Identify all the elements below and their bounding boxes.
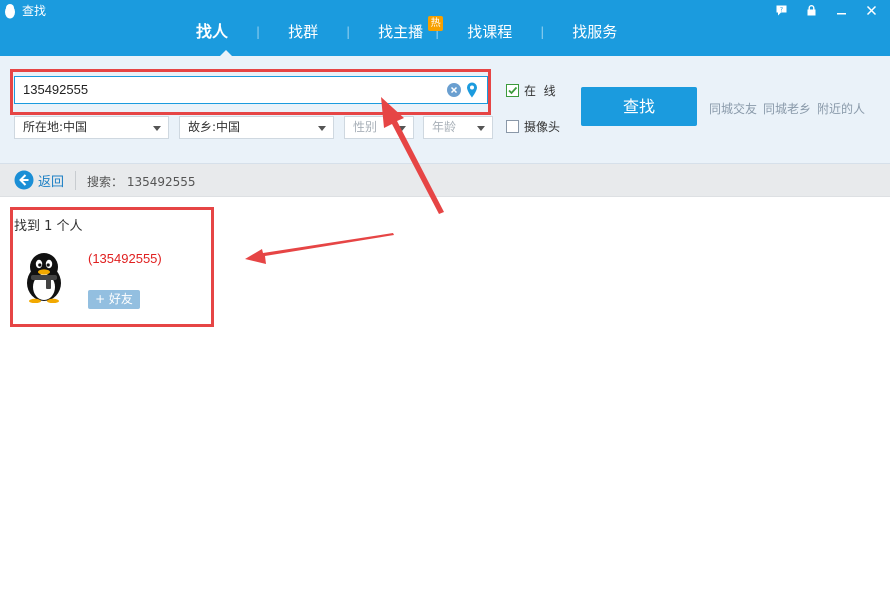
back-label: 返回: [38, 174, 65, 190]
window-controls: ?: [766, 2, 886, 20]
gender-value: 性别: [353, 120, 378, 134]
online-checkbox[interactable]: [506, 84, 519, 97]
hometown-value: 故乡:中国: [188, 120, 241, 134]
svg-text:?: ?: [779, 6, 782, 13]
chevron-down-icon: [477, 126, 485, 131]
gender-dropdown[interactable]: 性别: [344, 116, 414, 139]
tab-find-streamers[interactable]: 找主播 热: [378, 16, 444, 45]
camera-option[interactable]: 摄像头: [506, 118, 560, 135]
find-button[interactable]: 查找: [581, 87, 697, 126]
back-button[interactable]: 返回: [14, 170, 64, 190]
tab-separator: |: [256, 25, 261, 39]
feedback-icon[interactable]: ?: [766, 2, 796, 20]
age-dropdown[interactable]: 年龄: [423, 116, 493, 139]
age-value: 年龄: [432, 120, 457, 134]
chevron-down-icon: [318, 126, 326, 131]
chevron-down-icon: [398, 126, 406, 131]
tab-separator: |: [540, 25, 545, 39]
tab-find-streamers-label: 找主播: [378, 23, 424, 41]
highlight-result: [10, 207, 214, 327]
search-breadcrumb: 搜索： 135492555: [87, 173, 196, 190]
qq-penguin-icon: [5, 4, 15, 19]
tab-find-people[interactable]: 找人: [196, 19, 228, 45]
arrow-to-result: [245, 233, 394, 264]
location-dropdown[interactable]: 所在地:中国: [14, 116, 169, 139]
title-bar: 查找 找人 | 找群 | 找主播 热 | 找课程 | 找服务 ?: [0, 0, 890, 56]
highlight-search-box: [10, 69, 491, 115]
online-label: 在 线: [524, 84, 556, 98]
window-title: 查找: [22, 4, 47, 18]
hot-badge: 热: [428, 16, 444, 31]
result-nav-bar: 返回 搜索： 135492555: [0, 164, 890, 197]
quick-links: 同城交友 同城老乡 附近的人: [709, 100, 871, 117]
search-crumb-query: 135492555: [126, 175, 196, 189]
nav-divider: [75, 171, 76, 190]
minimize-icon[interactable]: [826, 2, 856, 20]
tab-find-groups[interactable]: 找群: [288, 19, 318, 45]
tab-bar: 找人 | 找群 | 找主播 热 | 找课程 | 找服务: [196, 16, 617, 45]
location-value: 所在地:中国: [23, 120, 88, 134]
tab-find-services[interactable]: 找服务: [572, 19, 617, 45]
search-crumb-prefix: 搜索：: [87, 175, 124, 189]
tab-separator: |: [346, 25, 351, 39]
tab-find-courses[interactable]: 找课程: [467, 19, 512, 45]
link-same-city-dating[interactable]: 同城交友: [709, 100, 757, 117]
camera-label: 摄像头: [524, 120, 561, 134]
back-arrow-icon: [14, 170, 34, 190]
close-icon[interactable]: [856, 2, 886, 20]
chevron-down-icon: [153, 126, 161, 131]
online-option[interactable]: 在 线: [506, 82, 556, 99]
camera-checkbox[interactable]: [506, 120, 519, 133]
check-icon: [508, 86, 518, 95]
lock-icon[interactable]: [796, 2, 826, 20]
link-nearby-people[interactable]: 附近的人: [817, 100, 865, 117]
link-same-city-hometown[interactable]: 同城老乡: [763, 100, 811, 117]
hometown-dropdown[interactable]: 故乡:中国: [179, 116, 334, 139]
